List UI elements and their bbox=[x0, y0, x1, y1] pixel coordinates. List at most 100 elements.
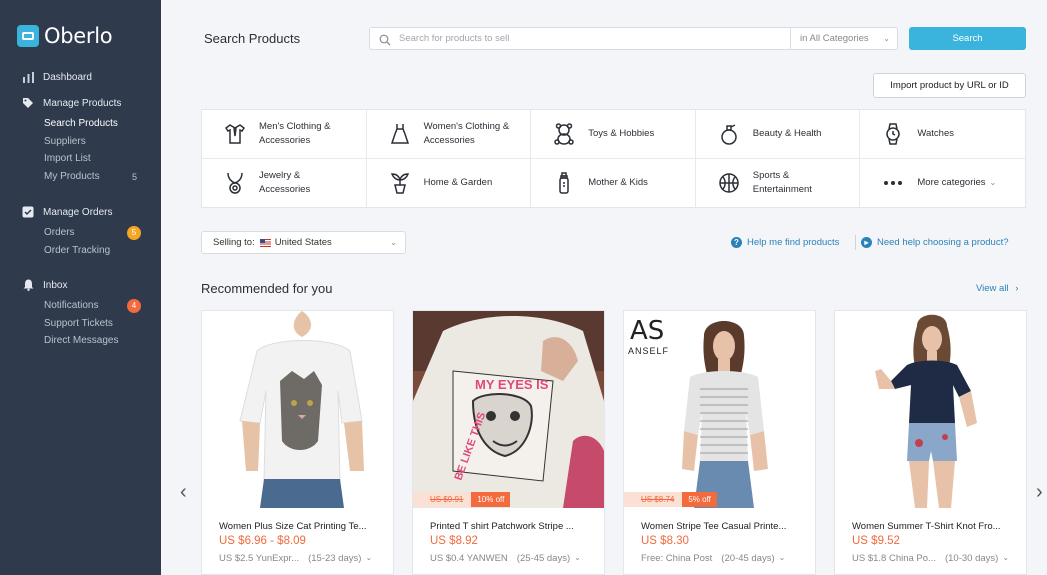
product-shipping[interactable]: US $0.4 YANWEN (25-45 days) ⌄ bbox=[430, 553, 581, 564]
selling-to-select[interactable]: Selling to: United States ⌄ bbox=[201, 231, 406, 254]
product-shipping[interactable]: US $1.8 China Po... (10-30 days) ⌄ bbox=[852, 553, 1009, 564]
sidebar-item-label: Direct Messages bbox=[44, 335, 119, 347]
category-label: Jewelry & Accessories bbox=[259, 169, 311, 195]
sidebar-item-manage-orders[interactable]: Manage Orders bbox=[0, 203, 161, 221]
product-price: US $8.30 bbox=[641, 535, 689, 547]
product-price: US $6.96 - $8.09 bbox=[219, 535, 306, 547]
sidebar-item-suppliers[interactable]: Suppliers bbox=[0, 133, 161, 151]
product-shipping[interactable]: Free: China Post (20-45 days) ⌄ bbox=[641, 553, 785, 564]
category-select[interactable]: in All Categories ⌄ bbox=[790, 28, 897, 49]
product-image[interactable]: AS ANSELF bbox=[624, 311, 815, 508]
category-label: Mother & Kids bbox=[588, 176, 648, 188]
old-price: US $8.74 bbox=[624, 492, 683, 507]
category-toys-hobbies[interactable]: Toys & Hobbies bbox=[531, 110, 696, 159]
selling-to-label: Selling to: bbox=[213, 237, 255, 248]
sidebar-item-manage-products[interactable]: Manage Products bbox=[0, 94, 161, 112]
import-product-button[interactable]: Import product by URL or ID bbox=[873, 73, 1026, 98]
view-all-link[interactable]: View all › bbox=[976, 283, 1018, 294]
sidebar-item-import-list[interactable]: Import List bbox=[0, 150, 161, 168]
sidebar-item-search-products[interactable]: Search Products bbox=[0, 115, 161, 133]
shipping-days: (10-30 days) bbox=[944, 553, 999, 564]
category-label: Watches bbox=[917, 127, 954, 139]
plant-pot-icon bbox=[388, 171, 412, 195]
orders-badge: 5 bbox=[127, 225, 141, 240]
discount-tag: US $8.74 5% off bbox=[624, 492, 717, 507]
product-card[interactable]: Women Plus Size Cat Printing Te... US $6… bbox=[201, 310, 394, 575]
question-icon: ? bbox=[731, 237, 742, 248]
shipping-method: US $0.4 YANWEN bbox=[430, 553, 508, 564]
chevron-down-icon: ⌄ bbox=[390, 238, 397, 247]
product-card[interactable]: Women Summer T-Shirt Knot Fro... US $9.5… bbox=[834, 310, 1027, 575]
product-image[interactable] bbox=[202, 311, 393, 508]
category-home-garden[interactable]: Home & Garden bbox=[367, 158, 532, 207]
category-jewelry[interactable]: Jewelry & Accessories bbox=[202, 158, 367, 207]
tag-icon bbox=[22, 97, 34, 109]
product-name[interactable]: Women Summer T-Shirt Knot Fro... bbox=[852, 521, 1001, 532]
perfume-icon bbox=[717, 122, 741, 146]
dress-icon bbox=[388, 122, 412, 146]
search-bar: in All Categories ⌄ bbox=[369, 27, 898, 50]
discount-percent: 5% off bbox=[682, 492, 717, 507]
help-choose-product-link[interactable]: ▸ Need help choosing a product? bbox=[861, 237, 1009, 248]
search-button[interactable]: Search bbox=[909, 27, 1026, 50]
category-beauty-health[interactable]: Beauty & Health bbox=[695, 110, 861, 159]
sidebar-item-orders[interactable]: Orders 5 bbox=[0, 224, 161, 242]
category-label: Women's Clothing & Accessories bbox=[423, 120, 510, 146]
carousel-next-arrow[interactable]: › bbox=[1036, 481, 1043, 504]
product-name[interactable]: Women Stripe Tee Casual Printe... bbox=[641, 521, 786, 532]
sidebar-item-inbox[interactable]: Inbox bbox=[0, 276, 161, 294]
sidebar-item-notifications[interactable]: Notifications 4 bbox=[0, 297, 161, 315]
product-card[interactable]: AS ANSELF US $8.74 5% off Women Stripe T… bbox=[623, 310, 816, 575]
product-image[interactable]: MY EYES IS BE LIKE THIS bbox=[413, 311, 604, 508]
svg-text:ANSELF: ANSELF bbox=[628, 346, 669, 356]
category-sports[interactable]: Sports & Entertainment bbox=[696, 158, 861, 207]
shipping-days: (25-45 days) bbox=[516, 553, 571, 564]
category-mother-kids[interactable]: Mother & Kids bbox=[531, 158, 696, 207]
product-name[interactable]: Printed T shirt Patchwork Stripe ... bbox=[430, 521, 574, 532]
sidebar-item-label: Orders bbox=[44, 227, 75, 239]
sidebar-item-support-tickets[interactable]: Support Tickets bbox=[0, 315, 161, 333]
category-watches[interactable]: Watches bbox=[860, 110, 1025, 159]
product-price: US $9.52 bbox=[852, 535, 900, 547]
search-icon bbox=[379, 33, 391, 45]
bell-icon bbox=[22, 279, 34, 291]
discount-percent: 10% off bbox=[471, 492, 511, 507]
watch-icon bbox=[881, 122, 905, 146]
bar-chart-icon bbox=[22, 71, 34, 83]
sidebar-item-label: My Products bbox=[44, 171, 100, 183]
category-mens-clothing[interactable]: Men's Clothing & Accessories bbox=[202, 110, 367, 159]
sidebar-item-label: Search Products bbox=[44, 118, 118, 130]
chevron-down-icon: ⌄ bbox=[574, 553, 581, 562]
product-shipping[interactable]: US $2.5 YunExpr... (15-23 days) ⌄ bbox=[219, 553, 372, 564]
sidebar-item-direct-messages[interactable]: Direct Messages bbox=[0, 332, 161, 350]
old-price: US $9.91 bbox=[413, 492, 472, 507]
help-find-products-link[interactable]: ? Help me find products bbox=[731, 237, 839, 248]
chevron-right-icon: › bbox=[1015, 283, 1019, 294]
category-select-value: in All Categories bbox=[800, 33, 869, 44]
sidebar-item-dashboard[interactable]: Dashboard bbox=[0, 68, 161, 86]
search-input[interactable] bbox=[399, 33, 784, 44]
product-image[interactable] bbox=[835, 311, 1026, 508]
sidebar-item-label: Dashboard bbox=[43, 71, 92, 83]
shipping-method: US $1.8 China Po... bbox=[852, 553, 936, 564]
svg-text:MY EYES IS: MY EYES IS bbox=[475, 377, 549, 392]
teddy-bear-icon bbox=[552, 122, 576, 146]
chevron-down-icon: ⌄ bbox=[365, 553, 373, 562]
sidebar-item-my-products[interactable]: My Products 5 bbox=[0, 168, 161, 186]
shirt-tie-icon bbox=[223, 122, 247, 146]
chevron-down-icon: ⌄ bbox=[989, 177, 997, 187]
carousel-prev-arrow[interactable]: ‹ bbox=[180, 481, 187, 504]
sidebar-item-label: Support Tickets bbox=[44, 317, 113, 329]
recommended-title: Recommended for you bbox=[201, 281, 333, 296]
category-womens-clothing[interactable]: Women's Clothing & Accessories bbox=[366, 110, 532, 159]
sidebar-item-label: Manage Products bbox=[43, 97, 122, 109]
brand-logo[interactable]: Oberlo bbox=[17, 24, 113, 48]
product-name[interactable]: Women Plus Size Cat Printing Te... bbox=[219, 521, 367, 532]
product-card[interactable]: MY EYES IS BE LIKE THIS US $9.91 10% off… bbox=[412, 310, 605, 575]
help-link-label: Need help choosing a product? bbox=[877, 237, 1009, 248]
category-more[interactable]: More categories ⌄ bbox=[860, 159, 1025, 208]
sidebar: Oberlo Dashboard Manage Products Search … bbox=[0, 0, 161, 575]
necklace-icon bbox=[223, 171, 247, 195]
sidebar-item-order-tracking[interactable]: Order Tracking bbox=[0, 242, 161, 260]
shipping-days: (15-23 days) bbox=[308, 553, 362, 564]
